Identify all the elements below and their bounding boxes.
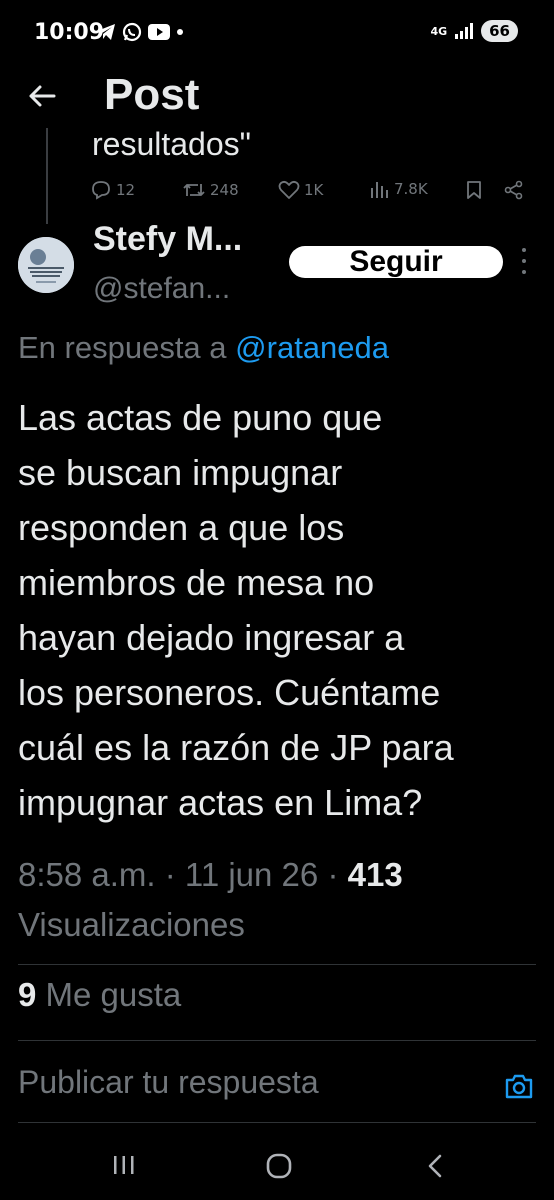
reply-action[interactable]: 12	[90, 180, 135, 200]
notification-icons	[96, 22, 184, 42]
reply-input[interactable]: Publicar tu respuesta	[18, 1064, 319, 1101]
bookmark-button[interactable]	[466, 180, 482, 200]
more-dot	[522, 259, 526, 263]
tweet-date[interactable]: 11 jun 26	[185, 856, 318, 893]
reply-mention-link[interactable]: @rataneda	[235, 330, 389, 365]
page-title: Post	[104, 70, 200, 119]
camera-icon	[505, 1074, 533, 1099]
whatsapp-icon	[122, 22, 142, 42]
tweet-line: responden a que los	[18, 507, 345, 548]
youtube-icon	[148, 24, 170, 40]
author-name[interactable]: Stefy M...	[93, 220, 242, 259]
home-icon[interactable]	[265, 1152, 293, 1180]
tweet-text: Las actas de puno que se buscan impugnar…	[18, 390, 548, 830]
divider	[18, 1040, 536, 1041]
avatar[interactable]	[18, 237, 74, 293]
divider	[18, 964, 536, 965]
back-nav-icon[interactable]	[422, 1152, 448, 1180]
reply-icon	[92, 181, 110, 200]
likes-count: 9	[18, 976, 37, 1013]
more-options-button[interactable]	[518, 248, 530, 274]
tweet-views-count[interactable]: 413	[348, 856, 403, 893]
bookmark-icon	[467, 181, 481, 199]
likes-summary[interactable]: 9 Me gusta	[18, 976, 181, 1014]
status-time: 10:09	[34, 20, 105, 45]
meta-separator: ·	[164, 856, 185, 893]
tweet-line: los personeros. Cuéntame	[18, 672, 441, 713]
status-bar: 10:09 4G 66	[0, 0, 554, 64]
more-dot	[522, 270, 526, 274]
likes-label: Me gusta	[45, 976, 182, 1013]
author-handle[interactable]: @stefan...	[93, 272, 230, 306]
heart-icon	[278, 180, 300, 199]
network-type: 4G	[430, 24, 448, 38]
system-icons: 4G 66	[430, 20, 518, 42]
signal-icon	[455, 23, 474, 39]
tweet-line: impugnar actas en Lima?	[18, 782, 423, 823]
back-button[interactable]	[22, 76, 62, 116]
previous-post-actions: 12 248 1K 7.8K	[90, 180, 530, 210]
share-button[interactable]	[504, 180, 524, 200]
tweet-line: miembros de mesa no	[18, 562, 375, 603]
arrow-left-icon	[29, 85, 56, 107]
repost-count: 248	[210, 181, 239, 199]
repost-icon	[183, 184, 205, 196]
tweet-time[interactable]: 8:58 a.m.	[18, 856, 156, 893]
telegram-icon	[97, 24, 115, 40]
meta-separator: ·	[327, 856, 348, 893]
views-icon	[371, 182, 388, 198]
reply-context-prefix: En respuesta a	[18, 330, 227, 365]
more-dot	[522, 248, 526, 252]
tweet-meta: 8:58 a.m. · 11 jun 26 · 413 Visualizacio…	[18, 850, 538, 950]
dot-icon	[177, 29, 183, 35]
battery-indicator: 66	[481, 20, 518, 42]
divider	[18, 1122, 536, 1123]
views-count: 7.8K	[394, 180, 428, 198]
follow-button[interactable]: Seguir	[289, 245, 503, 278]
recent-apps-icon[interactable]	[110, 1154, 138, 1176]
repost-action[interactable]: 248	[182, 180, 239, 200]
reply-context: En respuesta a @rataneda	[18, 330, 389, 366]
reply-count: 12	[116, 181, 136, 199]
views-action[interactable]: 7.8K	[370, 180, 428, 198]
share-icon	[504, 180, 523, 200]
system-navigation-bar	[0, 1130, 554, 1200]
previous-post-text[interactable]: resultados"	[92, 126, 251, 163]
avatar-image	[18, 237, 74, 293]
tweet-line: Las actas de puno que	[18, 397, 383, 438]
tweet-line: hayan dejado ingresar a	[18, 617, 405, 658]
like-action[interactable]: 1K	[278, 180, 323, 200]
like-count: 1K	[304, 181, 324, 199]
tweet-line: se buscan impugnar	[18, 452, 343, 493]
tweet-views-label[interactable]: Visualizaciones	[18, 900, 538, 950]
top-app-bar: Post	[0, 64, 554, 128]
thread-connector	[46, 128, 48, 224]
camera-button[interactable]	[504, 1072, 534, 1102]
tweet-line: cuál es la razón de JP para	[18, 727, 454, 768]
